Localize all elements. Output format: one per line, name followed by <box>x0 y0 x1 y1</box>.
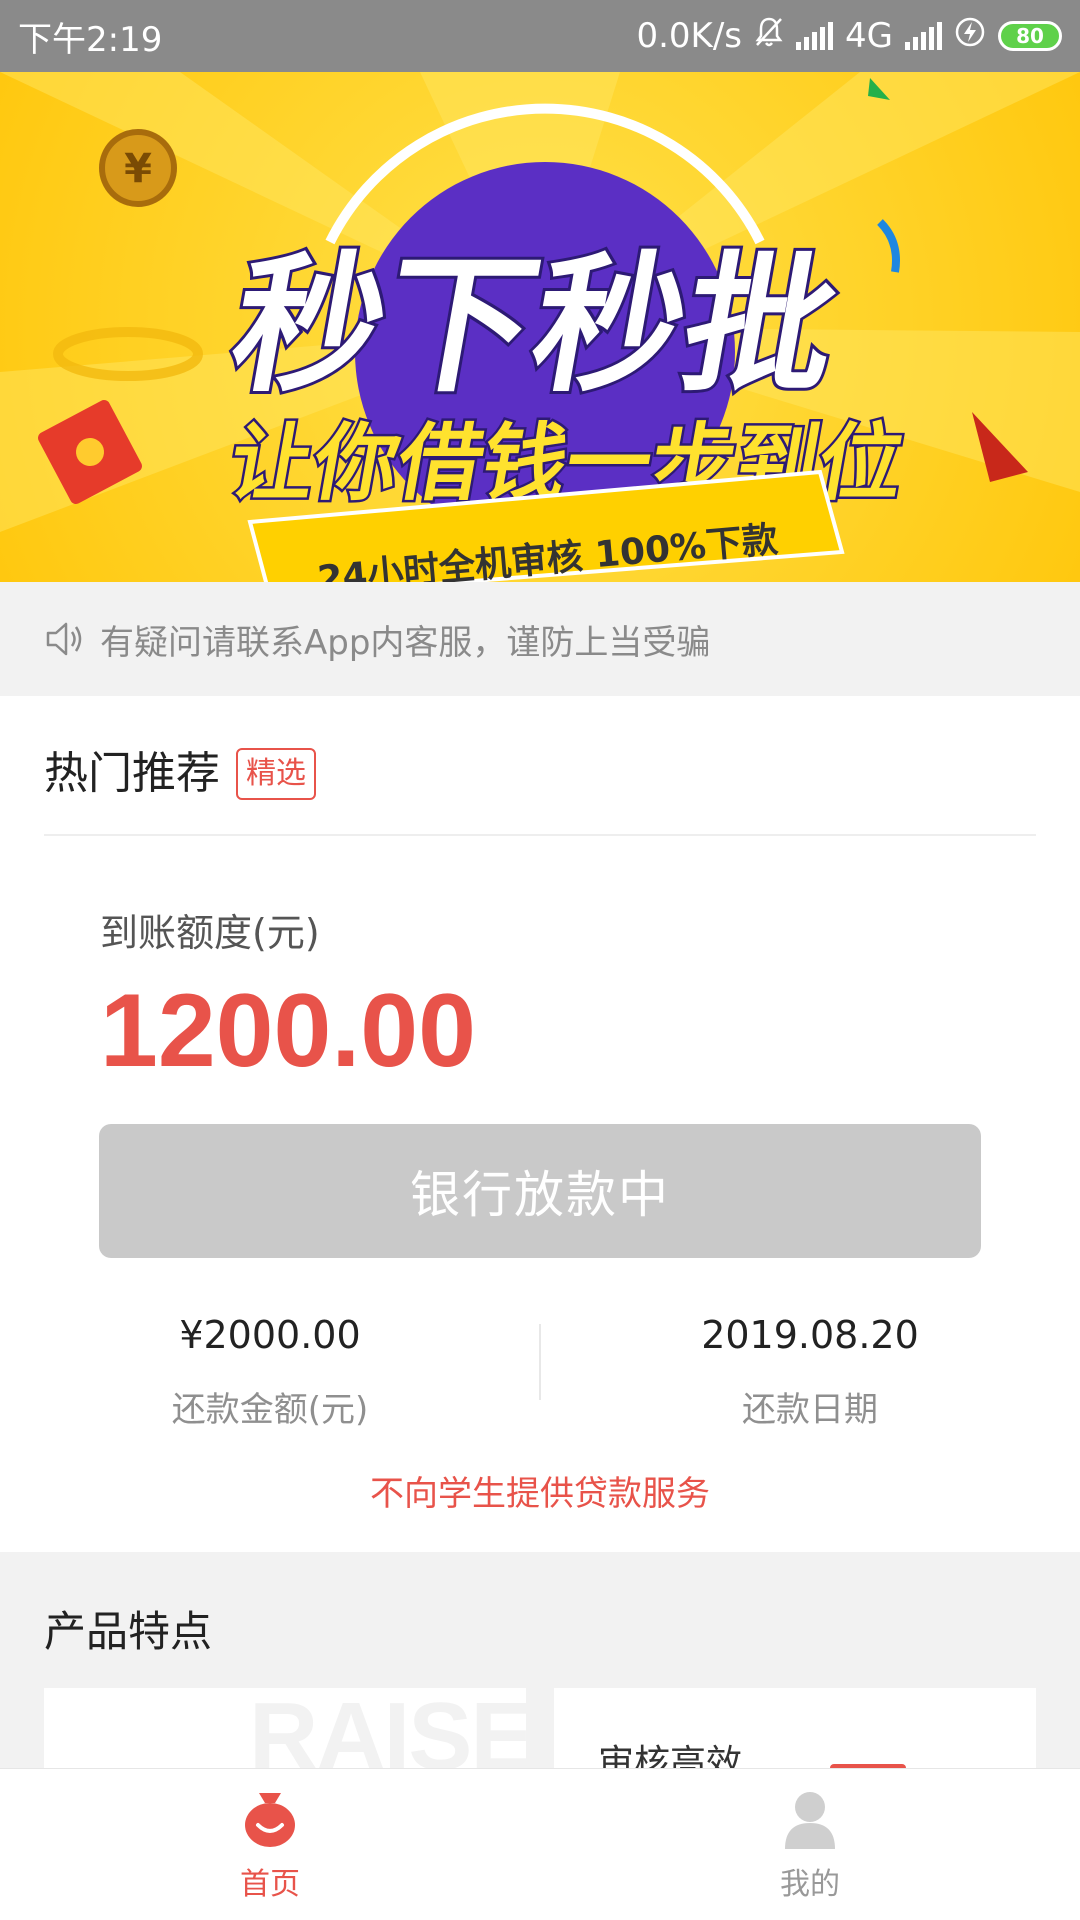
bottom-nav: 首页 我的 <box>0 1768 1080 1920</box>
nav-mine-label: 我的 <box>780 1867 840 1902</box>
repay-date-col: 2019.08.20 还款日期 <box>540 1306 1080 1436</box>
charging-icon <box>954 16 986 57</box>
battery-icon: 80 <box>998 21 1062 51</box>
money-bag-icon <box>239 1787 301 1853</box>
nav-home[interactable]: 首页 <box>0 1769 540 1920</box>
repay-amount-label: 还款金额(元) <box>171 1390 369 1430</box>
repay-date: 2019.08.20 <box>701 1313 919 1357</box>
nav-mine[interactable]: 我的 <box>540 1769 1080 1920</box>
repay-date-label: 还款日期 <box>742 1390 878 1430</box>
signal-icon-2 <box>905 22 942 50</box>
banner-art: ¥ 秒下秒批 让你借钱一步到位 24小时全机审核 100%下款 <box>0 72 1080 582</box>
features-title: 产品特点 <box>44 1607 213 1656</box>
status-time: 下午2:19 <box>18 19 163 60</box>
card-header: 热门推荐 精选 <box>44 744 1036 836</box>
repay-amount: ¥2000.00 <box>179 1313 361 1357</box>
repay-info: ¥2000.00 还款金额(元) 2019.08.20 还款日期 <box>0 1306 1080 1436</box>
featured-tag: 精选 <box>236 748 316 800</box>
speaker-icon <box>44 620 84 658</box>
notice-text: 有疑问请联系App内客服，谨防上当受骗 <box>100 622 711 663</box>
recommend-card: 热门推荐 精选 到账额度(元) 1200.00 银行放款中 ¥2000.00 还… <box>0 696 1080 1552</box>
info-divider <box>539 1324 541 1400</box>
network-type: 4G <box>845 16 893 56</box>
amount-label: 到账额度(元) <box>100 911 320 955</box>
coin-icon: ¥ <box>99 129 177 207</box>
svg-text:¥: ¥ <box>124 146 152 192</box>
repay-amount-col: ¥2000.00 还款金额(元) <box>0 1306 540 1436</box>
feature-card-right[interactable]: 审核高效 <box>554 1688 1036 1768</box>
status-bar: 下午2:19 0.0K/s 4G 80 <box>0 0 1080 72</box>
loan-status-button[interactable]: 银行放款中 <box>99 1124 981 1258</box>
signal-icon <box>796 22 834 50</box>
feature-card-left[interactable]: RAISE <box>44 1688 526 1768</box>
user-icon <box>779 1787 841 1853</box>
net-speed: 0.0K/s <box>636 16 743 56</box>
nav-home-label: 首页 <box>240 1867 300 1902</box>
amount-value: 1200.00 <box>100 973 476 1089</box>
banner-headline: 秒下秒批 <box>220 238 851 413</box>
promo-banner[interactable]: ¥ 秒下秒批 让你借钱一步到位 24小时全机审核 100%下款 <box>0 72 1080 582</box>
notice-bar: 有疑问请联系App内客服，谨防上当受骗 <box>0 582 1080 696</box>
status-icons: 0.0K/s 4G 80 <box>636 16 1062 57</box>
mute-bell-icon <box>754 16 784 57</box>
feature-right-title: 审核高效 <box>598 1743 743 1768</box>
student-warning: 不向学生提供贷款服务 <box>370 1474 710 1514</box>
recommend-title: 热门推荐 <box>44 748 220 799</box>
raise-watermark: RAISE <box>249 1688 526 1768</box>
